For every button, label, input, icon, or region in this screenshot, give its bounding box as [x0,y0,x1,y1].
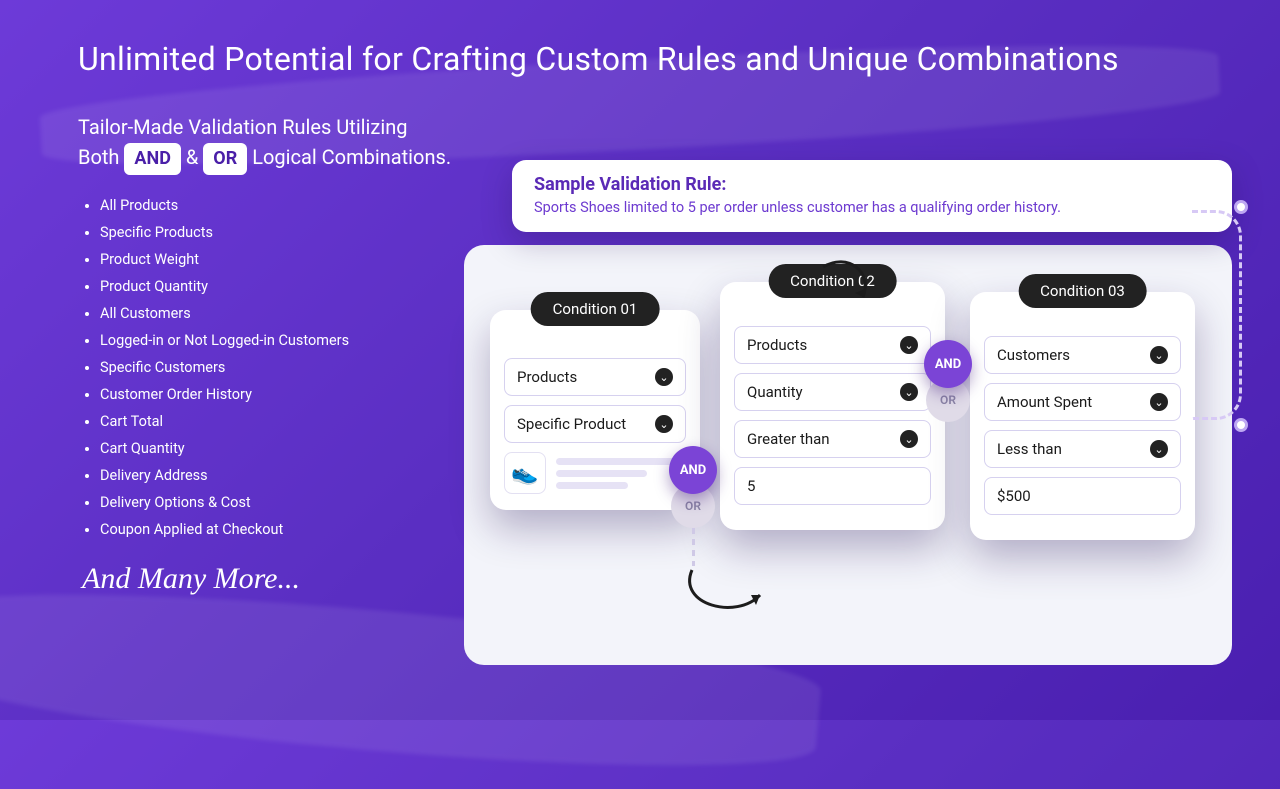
chevron-down-icon: ⌄ [655,415,673,433]
select-customers[interactable]: Customers ⌄ [984,336,1181,374]
and-many-more: And Many More... [82,562,300,596]
select-label: Greater than [747,430,830,448]
sample-rule-desc: Sports Shoes limited to 5 per order unle… [534,199,1210,216]
subtitle-word-both: Both [78,145,119,169]
list-item: Coupon Applied at Checkout [100,516,349,543]
dashed-connector [1190,200,1260,430]
placeholder-lines [556,453,686,494]
or-pill: OR [203,143,247,175]
subtitle: Tailor-Made Validation Rules Utilizing B… [78,112,451,175]
value-text: 5 [747,477,755,495]
list-item: All Products [100,192,349,219]
list-item: Specific Customers [100,354,349,381]
list-item: Product Quantity [100,273,349,300]
subtitle-word-logical: Logical Combinations. [252,145,451,169]
chevron-down-icon: ⌄ [1150,346,1168,364]
feature-list: All Products Specific Products Product W… [100,192,349,543]
chevron-down-icon: ⌄ [900,430,918,448]
value-input[interactable]: $500 [984,477,1181,515]
product-row: 👟 [504,452,686,494]
select-label: Amount Spent [997,393,1092,411]
list-item: Product Weight [100,246,349,273]
chevron-down-icon: ⌄ [655,368,673,386]
select-label: Products [747,336,807,354]
shoe-icon: 👟 [504,452,546,494]
connector-dot [1234,418,1248,432]
select-operator[interactable]: Greater than ⌄ [734,420,931,458]
value-text: $500 [997,487,1031,505]
and-toggle[interactable]: AND [669,446,717,494]
chevron-down-icon: ⌄ [1150,440,1168,458]
list-item: Delivery Options & Cost [100,489,349,516]
ampersand: & [186,145,198,169]
list-item: Cart Total [100,408,349,435]
chevron-down-icon: ⌄ [900,336,918,354]
subtitle-line1: Tailor-Made Validation Rules Utilizing [78,115,407,139]
condition-tab: Condition 03 [1018,274,1147,308]
logic-joiner-2-3: AND OR [924,340,972,422]
condition-card-3: Condition 03 Customers ⌄ Amount Spent ⌄ … [970,292,1195,540]
list-item: Customer Order History [100,381,349,408]
select-label: Quantity [747,383,803,401]
sample-rule-card: Sample Validation Rule: Sports Shoes lim… [512,160,1232,232]
select-products[interactable]: Products ⌄ [504,358,686,396]
arrow-icon [682,565,772,629]
joiner-stem [692,528,695,566]
select-label: Products [517,368,577,386]
and-pill: AND [124,143,181,175]
list-item: Cart Quantity [100,435,349,462]
chevron-down-icon: ⌄ [1150,393,1168,411]
value-input[interactable]: 5 [734,467,931,505]
list-item: Delivery Address [100,462,349,489]
sample-rule-heading: Sample Validation Rule: [534,174,1210,195]
select-specific-product[interactable]: Specific Product ⌄ [504,405,686,443]
list-item: Logged-in or Not Logged-in Customers [100,327,349,354]
select-products[interactable]: Products ⌄ [734,326,931,364]
logic-joiner-1-2: AND OR [669,446,717,566]
page-title: Unlimited Potential for Crafting Custom … [78,40,1119,78]
condition-tab: Condition 01 [531,292,660,326]
select-quantity[interactable]: Quantity ⌄ [734,373,931,411]
list-item: Specific Products [100,219,349,246]
select-label: Customers [997,346,1070,364]
select-label: Specific Product [517,415,626,433]
select-amount-spent[interactable]: Amount Spent ⌄ [984,383,1181,421]
chevron-down-icon: ⌄ [900,383,918,401]
select-label: Less than [997,440,1062,458]
condition-card-2: Condition 02 Products ⌄ Quantity ⌄ Great… [720,282,945,530]
connector-dot [1234,200,1248,214]
select-operator[interactable]: Less than ⌄ [984,430,1181,468]
list-item: All Customers [100,300,349,327]
arrow-icon [818,257,888,311]
and-toggle[interactable]: AND [924,340,972,388]
